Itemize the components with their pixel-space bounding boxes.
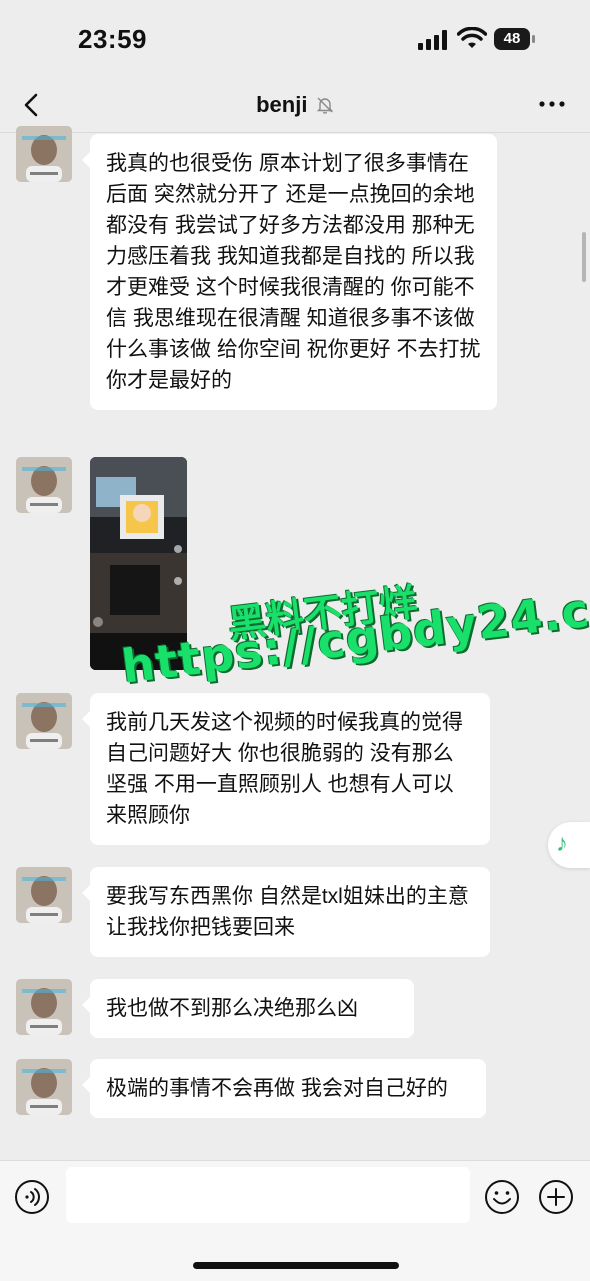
message-text: 要我写东西黑你 自然是txl姐妹出的主意 让我找你把钱要回来 bbox=[106, 885, 469, 939]
muted-bell-icon bbox=[316, 97, 334, 114]
message-input[interactable] bbox=[66, 1167, 470, 1223]
sender-avatar[interactable] bbox=[16, 457, 72, 513]
battery-level: 48 bbox=[494, 28, 530, 50]
message-bubble[interactable]: 要我写东西黑你 自然是txl姐妹出的主意 让我找你把钱要回来 bbox=[82, 867, 490, 957]
watermark-line-1: 黑料不打烊 bbox=[225, 581, 420, 647]
more-options-icon[interactable] bbox=[538, 92, 566, 116]
message-text: 极端的事情不会再做 我会对自己好的 bbox=[106, 1077, 448, 1100]
voice-input-icon[interactable] bbox=[14, 1179, 50, 1215]
scrollbar[interactable] bbox=[582, 232, 586, 282]
message-bubble[interactable]: 极端的事情不会再做 我会对自己好的 bbox=[82, 1059, 486, 1118]
chat-header: benji bbox=[0, 80, 590, 133]
music-note-icon: ♪ bbox=[556, 830, 568, 857]
status-time: 23:59 bbox=[78, 24, 147, 54]
message-bubble[interactable]: 我也做不到那么决绝那么凶 bbox=[82, 979, 414, 1038]
message-bubble[interactable]: 我前几天发这个视频的时候我真的觉得自己问题好大 你也很脆弱的 没有那么坚强 不用… bbox=[82, 693, 490, 845]
chat-title: benji bbox=[256, 92, 308, 117]
sender-avatar[interactable] bbox=[16, 979, 72, 1035]
wifi-icon bbox=[457, 27, 487, 48]
watermark-line-2: https://cgbdy24.com bbox=[118, 572, 590, 694]
sender-avatar[interactable] bbox=[16, 1059, 72, 1115]
message-text: 我也做不到那么决绝那么凶 bbox=[106, 997, 358, 1020]
message-text: 我真的也很受伤 原本计划了很多事情在后面 突然就分开了 还是一点挽回的余地都没有… bbox=[106, 152, 481, 392]
sender-avatar[interactable] bbox=[16, 693, 72, 749]
home-indicator bbox=[193, 1262, 399, 1269]
sender-avatar[interactable] bbox=[16, 867, 72, 923]
cellular-signal-icon bbox=[418, 30, 447, 50]
video-thumbnail[interactable] bbox=[90, 457, 187, 670]
floating-music-button[interactable]: ♪ bbox=[548, 822, 590, 868]
status-bar: 23:59 48 bbox=[0, 0, 590, 80]
message-text: 我前几天发这个视频的时候我真的觉得自己问题好大 你也很脆弱的 没有那么坚强 不用… bbox=[106, 711, 463, 827]
message-bubble[interactable]: 我真的也很受伤 原本计划了很多事情在后面 突然就分开了 还是一点挽回的余地都没有… bbox=[82, 134, 497, 410]
sender-avatar[interactable] bbox=[16, 126, 72, 182]
battery-icon: 48 bbox=[494, 28, 536, 50]
add-icon[interactable] bbox=[538, 1179, 574, 1215]
emoji-icon[interactable] bbox=[484, 1179, 520, 1215]
